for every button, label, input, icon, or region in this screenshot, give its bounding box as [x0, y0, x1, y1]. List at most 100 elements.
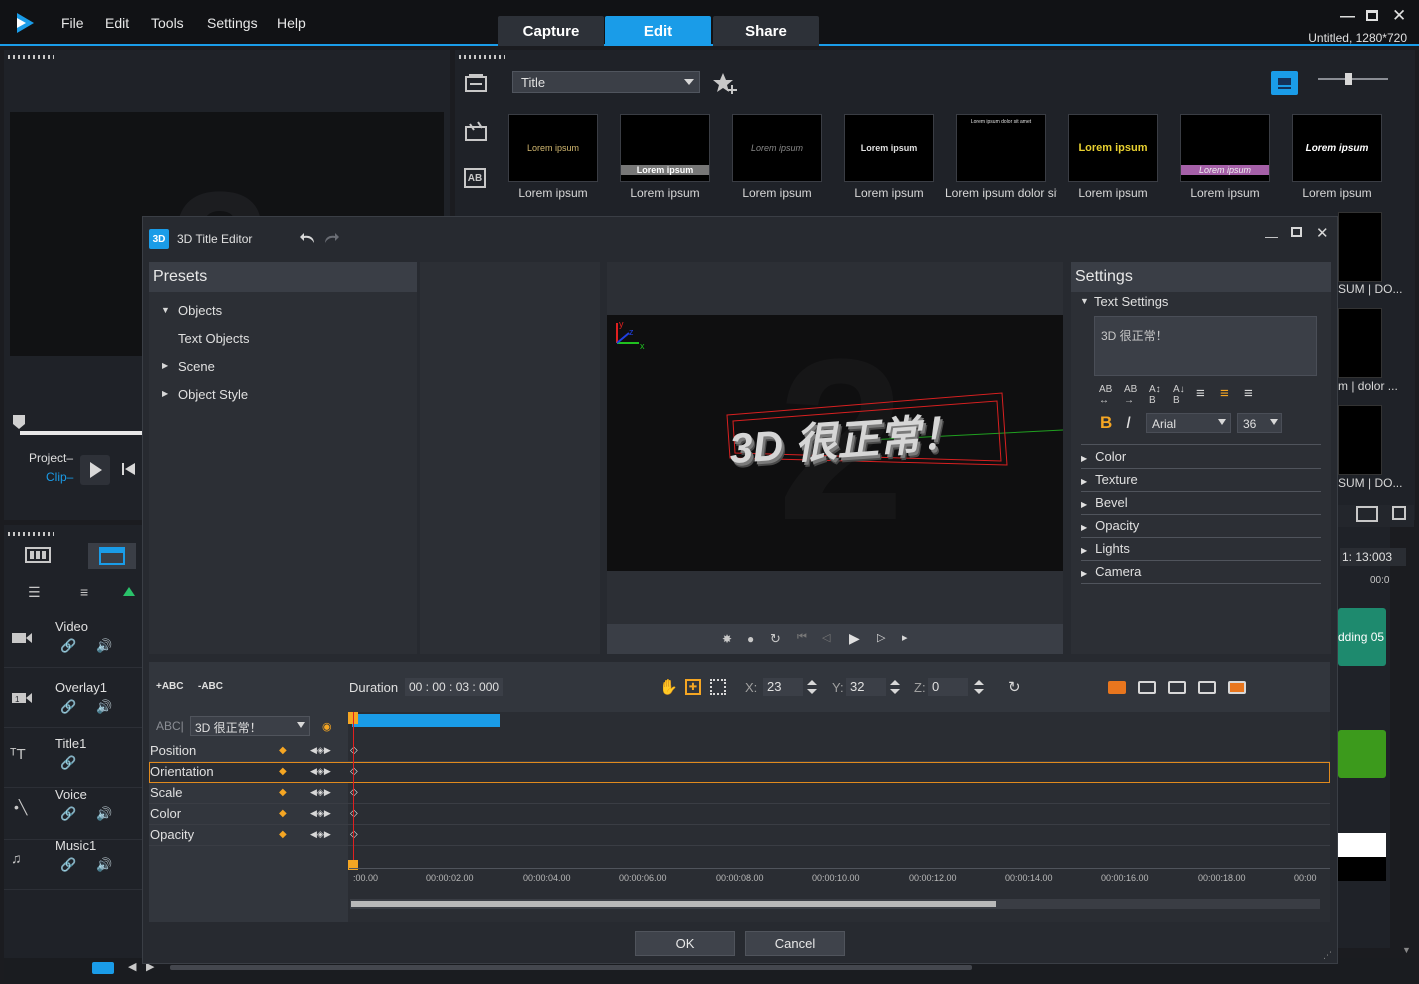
keyframe-nav-icon[interactable]: ◀◈▶	[310, 808, 331, 819]
italic-button[interactable]: I	[1126, 413, 1131, 433]
title-thumb[interactable]: Lorem ipsum	[508, 114, 598, 182]
camera-preset-icon[interactable]	[1108, 681, 1126, 694]
preset-text-objects[interactable]: Text Objects	[178, 331, 250, 346]
scrubber-handle-icon[interactable]	[12, 414, 26, 430]
section-texture[interactable]: ▶ Texture	[1081, 469, 1321, 492]
project-mode-label[interactable]: Project–	[29, 451, 73, 465]
play-icon[interactable]: ▶	[849, 630, 860, 647]
line-spacing-icon[interactable]: A↕ B	[1149, 384, 1161, 406]
speaker-icon[interactable]: 🔊	[96, 857, 112, 873]
grab-mode-icon[interactable]: ●	[747, 632, 754, 646]
move-tool-icon[interactable]: ✚	[685, 679, 701, 695]
title-thumb[interactable]: Lorem ipsum	[1068, 114, 1158, 182]
add-text-button[interactable]: +ABC	[156, 681, 184, 692]
title-thumb[interactable]	[1338, 405, 1382, 475]
align-center-icon[interactable]: ≡	[1220, 385, 1229, 402]
maximize-icon[interactable]	[1366, 10, 1378, 21]
go-to-start-icon[interactable]: ⏮	[797, 631, 807, 644]
remove-text-button[interactable]: -ABC	[198, 681, 223, 692]
keyframe-nav-icon[interactable]: ◀◈▶	[310, 829, 331, 840]
menu-settings[interactable]: Settings	[207, 15, 258, 31]
fit-project-icon[interactable]	[92, 962, 114, 974]
camera-preset-icon[interactable]	[1168, 681, 1186, 694]
link-icon[interactable]: 🔗	[60, 699, 76, 715]
title-thumb[interactable]: Lorem ipsum	[620, 114, 710, 182]
object-duration-bar[interactable]	[352, 714, 500, 727]
collapsed-triangle-icon[interactable]: ▶	[162, 361, 168, 370]
camera-preset-icon[interactable]	[1138, 681, 1156, 694]
preset-object-style[interactable]: Object Style	[178, 387, 248, 402]
x-position-input[interactable]: 23	[763, 678, 803, 696]
menu-tools[interactable]: Tools	[151, 15, 184, 31]
timeline-scrollbar-thumb[interactable]	[170, 965, 972, 970]
title-thumb[interactable]: Lorem ipsum dolor sit amet	[956, 114, 1046, 182]
hand-tool-icon[interactable]: ✋	[659, 678, 678, 696]
keyframe-scrollbar-thumb[interactable]	[351, 901, 996, 907]
add-keyframe-icon[interactable]: ◆	[279, 829, 287, 840]
slider-handle[interactable]	[1345, 73, 1352, 85]
select-tool-icon[interactable]	[710, 679, 726, 695]
maximize-icon[interactable]	[1291, 227, 1302, 237]
speaker-icon[interactable]: 🔊	[96, 806, 112, 822]
align-left-icon[interactable]: ≡	[1196, 385, 1205, 402]
library-grip[interactable]	[459, 55, 505, 59]
visibility-eye-icon[interactable]: ◉	[322, 720, 332, 733]
preset-scene[interactable]: Scene	[178, 359, 215, 374]
title-library-icon[interactable]: AB	[464, 168, 486, 188]
section-lights[interactable]: ▶ Lights	[1081, 538, 1321, 561]
section-color[interactable]: ▶ Color	[1081, 446, 1321, 469]
list-view-button[interactable]	[1271, 71, 1298, 95]
minimize-icon[interactable]: —	[1340, 8, 1355, 25]
redo-icon[interactable]	[322, 231, 340, 245]
play-button[interactable]	[80, 455, 110, 485]
speaker-icon[interactable]: 🔊	[96, 699, 112, 715]
minimize-icon[interactable]: —	[1265, 229, 1278, 244]
add-favorite-icon[interactable]	[712, 71, 738, 95]
app-logo-icon[interactable]	[14, 11, 36, 35]
add-keyframe-icon[interactable]: ◆	[279, 808, 287, 819]
z-stepper-icon[interactable]	[973, 679, 985, 695]
add-keyframe-icon[interactable]: ◆	[279, 787, 287, 798]
menu-file[interactable]: File	[61, 15, 84, 31]
bold-button[interactable]: B	[1100, 413, 1112, 433]
title-thumb[interactable]: Lorem ipsum	[732, 114, 822, 182]
track-manager-icon[interactable]: ☰	[28, 584, 41, 601]
keyframe-nav-icon[interactable]: ◀◈▶	[310, 745, 331, 756]
camera-preset-icon[interactable]	[1228, 681, 1246, 694]
tab-capture[interactable]: Capture	[498, 16, 604, 46]
edit-icon[interactable]	[1392, 506, 1406, 520]
storyboard-view-icon[interactable]	[25, 545, 51, 565]
title-thumb[interactable]: Lorem ipsum	[1180, 114, 1270, 182]
title-text-input[interactable]: 3D 很正常！	[1094, 316, 1317, 376]
section-opacity[interactable]: ▶ Opacity	[1081, 515, 1321, 538]
camera-preset-icon[interactable]	[1198, 681, 1216, 694]
playhead-line[interactable]	[353, 712, 354, 870]
keyframe-nav-icon[interactable]: ◀◈▶	[310, 787, 331, 798]
object-select[interactable]: 3D 很正常！	[190, 716, 310, 736]
timeline-clip[interactable]	[1338, 730, 1386, 778]
library-category-select[interactable]: Title	[512, 71, 700, 93]
clip-mode-label[interactable]: Clip–	[46, 470, 73, 484]
link-icon[interactable]: 🔗	[60, 638, 76, 654]
align-right-icon[interactable]: ≡	[1244, 385, 1253, 402]
add-keyframe-icon[interactable]: ◆	[279, 766, 287, 777]
y-stepper-icon[interactable]	[889, 679, 901, 695]
speaker-icon[interactable]: 🔊	[96, 638, 112, 654]
media-library-icon[interactable]	[464, 72, 488, 94]
panel-grip[interactable]	[8, 55, 54, 59]
reset-icon[interactable]: ↻	[1008, 678, 1021, 696]
marker-icon[interactable]	[122, 586, 136, 598]
keyframe-nav-icon[interactable]: ◀◈▶	[310, 766, 331, 777]
timeline-grip[interactable]	[8, 532, 54, 536]
link-icon[interactable]: 🔗	[60, 857, 76, 873]
next-frame-icon[interactable]: ▷	[877, 631, 885, 644]
scroll-left-icon[interactable]: ◀	[128, 960, 136, 973]
ok-button[interactable]: OK	[635, 931, 735, 956]
x-stepper-icon[interactable]	[806, 679, 818, 695]
expanded-triangle-icon[interactable]: ▼	[161, 305, 170, 315]
duration-input[interactable]: 00 : 00 : 03 : 000	[405, 678, 503, 696]
pointer-mode-icon[interactable]: ✸	[722, 632, 732, 646]
timeline-clip[interactable]	[1338, 833, 1386, 857]
link-icon[interactable]: 🔗	[60, 755, 76, 771]
close-icon[interactable]: ✕	[1316, 224, 1329, 242]
